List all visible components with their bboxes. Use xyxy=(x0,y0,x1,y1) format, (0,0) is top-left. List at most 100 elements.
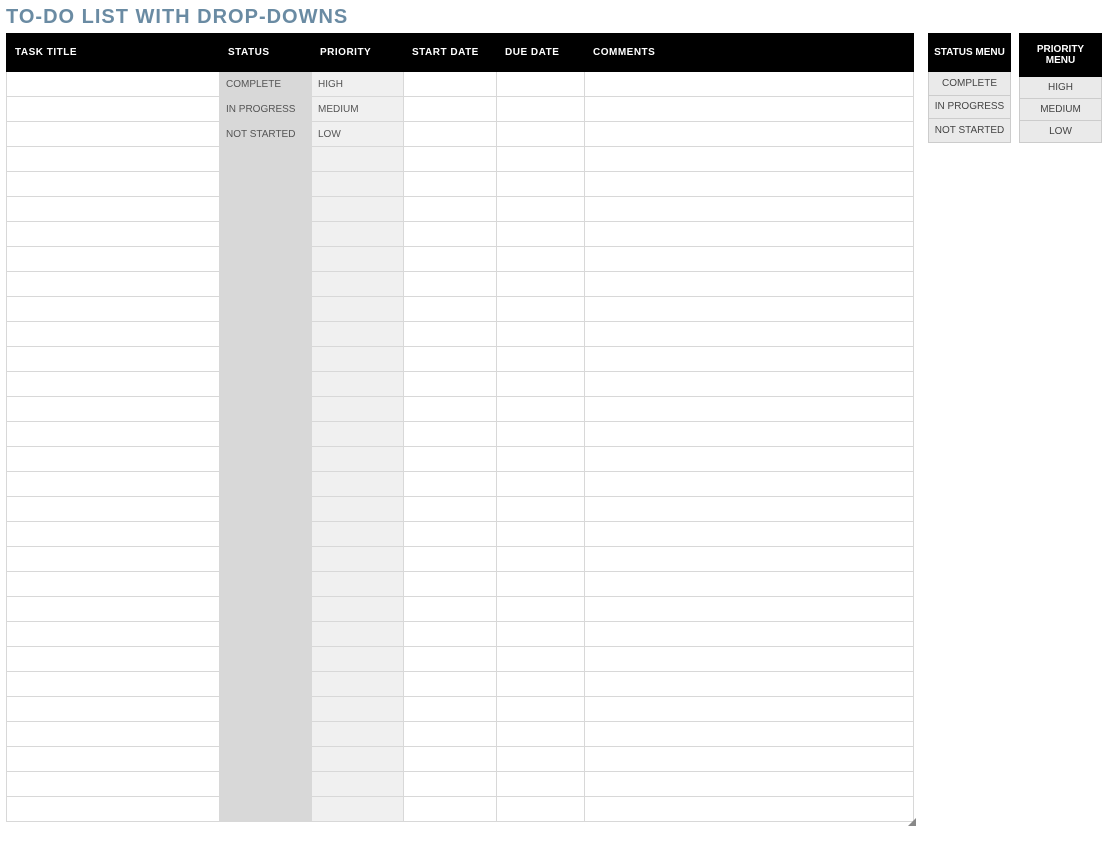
due-cell[interactable] xyxy=(497,672,585,697)
comments-cell[interactable] xyxy=(585,622,914,647)
task-cell[interactable] xyxy=(7,397,220,422)
status-cell[interactable] xyxy=(220,447,312,472)
task-cell[interactable] xyxy=(7,422,220,447)
priority-cell[interactable] xyxy=(312,772,404,797)
due-cell[interactable] xyxy=(497,97,585,122)
start-cell[interactable] xyxy=(404,747,497,772)
due-cell[interactable] xyxy=(497,497,585,522)
start-cell[interactable] xyxy=(404,72,497,97)
priority-cell[interactable] xyxy=(312,622,404,647)
comments-cell[interactable] xyxy=(585,147,914,172)
status-cell[interactable] xyxy=(220,797,312,822)
comments-cell[interactable] xyxy=(585,422,914,447)
start-cell[interactable] xyxy=(404,122,497,147)
start-cell[interactable] xyxy=(404,247,497,272)
priority-cell[interactable] xyxy=(312,647,404,672)
start-cell[interactable] xyxy=(404,472,497,497)
due-cell[interactable] xyxy=(497,197,585,222)
start-cell[interactable] xyxy=(404,297,497,322)
start-cell[interactable] xyxy=(404,672,497,697)
comments-cell[interactable] xyxy=(585,572,914,597)
start-cell[interactable] xyxy=(404,222,497,247)
priority-cell[interactable] xyxy=(312,497,404,522)
task-cell[interactable] xyxy=(7,797,220,822)
status-cell[interactable] xyxy=(220,397,312,422)
due-cell[interactable] xyxy=(497,122,585,147)
status-cell[interactable] xyxy=(220,572,312,597)
task-cell[interactable] xyxy=(7,147,220,172)
task-cell[interactable] xyxy=(7,747,220,772)
start-cell[interactable] xyxy=(404,497,497,522)
comments-cell[interactable] xyxy=(585,547,914,572)
due-cell[interactable] xyxy=(497,797,585,822)
task-cell[interactable] xyxy=(7,322,220,347)
start-cell[interactable] xyxy=(404,597,497,622)
priority-cell[interactable] xyxy=(312,297,404,322)
comments-cell[interactable] xyxy=(585,122,914,147)
status-cell[interactable] xyxy=(220,747,312,772)
task-cell[interactable] xyxy=(7,672,220,697)
status-cell[interactable]: NOT STARTED xyxy=(220,122,312,147)
due-cell[interactable] xyxy=(497,597,585,622)
priority-cell[interactable] xyxy=(312,697,404,722)
status-cell[interactable] xyxy=(220,472,312,497)
start-cell[interactable] xyxy=(404,197,497,222)
comments-cell[interactable] xyxy=(585,772,914,797)
priority-cell[interactable] xyxy=(312,722,404,747)
start-cell[interactable] xyxy=(404,397,497,422)
task-cell[interactable] xyxy=(7,472,220,497)
status-cell[interactable] xyxy=(220,322,312,347)
task-cell[interactable] xyxy=(7,222,220,247)
status-cell[interactable] xyxy=(220,172,312,197)
priority-cell[interactable] xyxy=(312,472,404,497)
due-cell[interactable] xyxy=(497,647,585,672)
comments-cell[interactable] xyxy=(585,372,914,397)
status-cell[interactable] xyxy=(220,497,312,522)
priority-cell[interactable] xyxy=(312,747,404,772)
priority-cell[interactable] xyxy=(312,247,404,272)
status-cell[interactable]: IN PROGRESS xyxy=(220,97,312,122)
start-cell[interactable] xyxy=(404,172,497,197)
task-cell[interactable] xyxy=(7,497,220,522)
due-cell[interactable] xyxy=(497,222,585,247)
priority-cell[interactable] xyxy=(312,797,404,822)
start-cell[interactable] xyxy=(404,647,497,672)
start-cell[interactable] xyxy=(404,272,497,297)
due-cell[interactable] xyxy=(497,247,585,272)
start-cell[interactable] xyxy=(404,347,497,372)
status-cell[interactable] xyxy=(220,297,312,322)
due-cell[interactable] xyxy=(497,272,585,297)
task-cell[interactable] xyxy=(7,372,220,397)
comments-cell[interactable] xyxy=(585,747,914,772)
priority-cell[interactable] xyxy=(312,422,404,447)
priority-cell[interactable] xyxy=(312,347,404,372)
priority-menu-item[interactable]: MEDIUM xyxy=(1020,99,1102,121)
task-cell[interactable] xyxy=(7,97,220,122)
priority-cell[interactable]: MEDIUM xyxy=(312,97,404,122)
due-cell[interactable] xyxy=(497,547,585,572)
status-menu-item[interactable]: COMPLETE xyxy=(929,72,1011,96)
start-cell[interactable] xyxy=(404,422,497,447)
status-cell[interactable] xyxy=(220,272,312,297)
comments-cell[interactable] xyxy=(585,447,914,472)
priority-cell[interactable]: LOW xyxy=(312,122,404,147)
priority-menu-item[interactable]: HIGH xyxy=(1020,77,1102,99)
priority-menu-item[interactable]: LOW xyxy=(1020,121,1102,143)
priority-cell[interactable] xyxy=(312,172,404,197)
priority-cell[interactable] xyxy=(312,372,404,397)
status-cell[interactable] xyxy=(220,722,312,747)
task-cell[interactable] xyxy=(7,247,220,272)
comments-cell[interactable] xyxy=(585,397,914,422)
status-cell[interactable] xyxy=(220,647,312,672)
due-cell[interactable] xyxy=(497,447,585,472)
task-cell[interactable] xyxy=(7,72,220,97)
priority-cell[interactable] xyxy=(312,447,404,472)
due-cell[interactable] xyxy=(497,772,585,797)
status-cell[interactable] xyxy=(220,197,312,222)
start-cell[interactable] xyxy=(404,447,497,472)
due-cell[interactable] xyxy=(497,572,585,597)
start-cell[interactable] xyxy=(404,572,497,597)
task-cell[interactable] xyxy=(7,647,220,672)
comments-cell[interactable] xyxy=(585,647,914,672)
status-cell[interactable] xyxy=(220,247,312,272)
